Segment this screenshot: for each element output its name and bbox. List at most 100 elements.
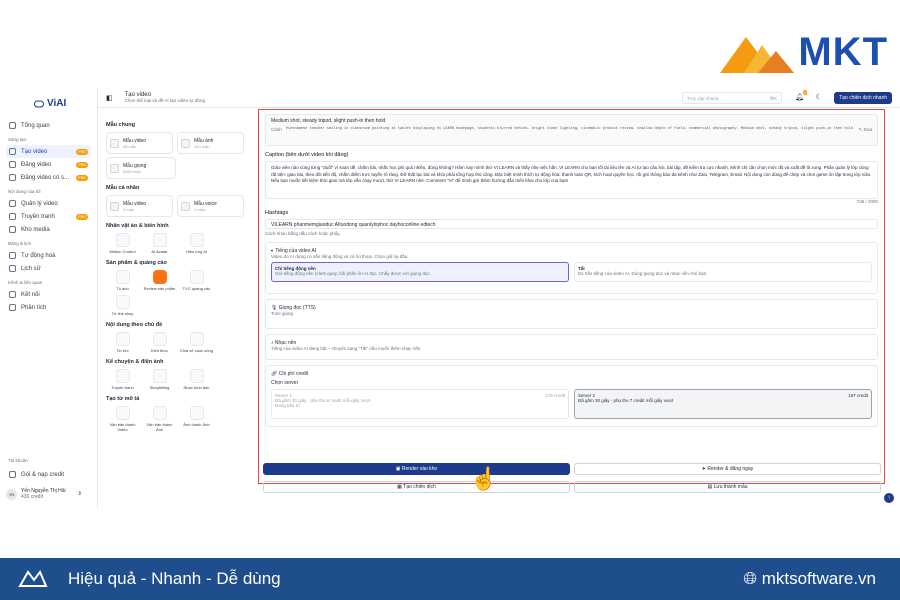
edit-button[interactable]: ✎ Sửa	[858, 127, 872, 133]
tool-tools6-2[interactable]: Nhạc hình ảnh	[180, 369, 213, 390]
tool-icon	[189, 270, 204, 284]
sidebar-item-label: Tổng quan	[21, 122, 50, 129]
sidebar-item-4[interactable]: Quản lý video	[6, 197, 91, 210]
group-heading: Kể chuyện & điện ảnh	[106, 359, 164, 365]
group-heading: Nội dung theo chủ đề	[106, 322, 163, 328]
tool-icon	[152, 406, 167, 420]
tool-icon	[189, 406, 204, 420]
server-2-option[interactable]: Server 2 187 credit Đã gồm 30 giây · phụ …	[574, 389, 872, 419]
audio-option-ambient[interactable]: Chỉ tiếng động nền Giữ tiếng động nền (cả…	[271, 262, 569, 282]
grid-icon	[110, 201, 119, 211]
sidebar-item-9[interactable]: Kết nối	[6, 288, 91, 301]
sidebar-item-8[interactable]: Lịch sử	[6, 262, 91, 275]
tool-tools6-0[interactable]: Truyện tranh	[106, 369, 139, 390]
tool-tools5-0[interactable]: Tin tức	[106, 332, 139, 353]
hashtags-input[interactable]: VILEARN phanmemgiaoduc AItuodong quanlyl…	[265, 219, 878, 229]
quick-search-input[interactable]: Truy cập nhanh... ⌘K	[682, 92, 782, 104]
sidebar-item-1[interactable]: Tạo video PRO	[6, 145, 91, 158]
sidebar-item-plan[interactable]: Gói & nạp credit	[6, 468, 92, 481]
group-heading: Tạo từ mô tả	[106, 396, 140, 402]
pro-badge: PRO	[76, 161, 88, 168]
server-label: Chọn server	[271, 380, 299, 386]
sidebar-item-5[interactable]: Truyền tranh PRO	[6, 210, 91, 223]
menu-icon	[9, 161, 16, 168]
mic-icon	[110, 163, 119, 173]
sidebar-item-label: Gói & nạp credit	[21, 471, 65, 478]
template-panel: Mẫu chung Mẫu video 68 mẫu Mẫu ảnh 104 mẫu…	[100, 110, 250, 508]
tool-tools4-2[interactable]: TVC quảng cáo	[180, 270, 213, 291]
avatar: YN	[6, 488, 17, 500]
sidebar-toggle-icon[interactable]: ◧	[106, 94, 113, 102]
caption-text: Giáo viên nào cũng từng "đuối" vì soạn đ…	[271, 165, 872, 183]
template-card-video[interactable]: Mẫu video 68 mẫu	[106, 132, 173, 154]
credit-section: 🔗︎ Chi phí credit Chọn server Server 1 17…	[265, 365, 878, 427]
tool-tools4-0[interactable]: Tù ảnh	[106, 270, 139, 291]
sidebar-item-10[interactable]: Phân tích	[6, 301, 91, 314]
hashtags-value: VILEARN phanmemgiaoduc AItuodong quanlyl…	[271, 222, 436, 228]
save-icon: ▣	[395, 466, 401, 472]
create-campaign-button[interactable]: ▦ Tạo chiến dịch	[263, 481, 570, 493]
tool-icon	[152, 270, 167, 284]
menu-icon	[9, 174, 16, 181]
save-template-button[interactable]: ▤ Lưu thành mẫu	[574, 481, 881, 493]
render-and-post-button[interactable]: ➤ Render & đăng ngay	[574, 463, 881, 475]
menu-icon	[9, 265, 16, 272]
tool-label: Văn bản thành Video	[109, 422, 136, 432]
tool-icon	[115, 369, 130, 383]
tool-label: Truyện tranh	[111, 385, 134, 390]
audio-desc: Video do AI dựng có sẵn tiếng động và cả…	[271, 254, 409, 259]
hand-cursor-icon: ☝	[470, 466, 498, 491]
tool-tools6-1[interactable]: Storytelling	[143, 369, 176, 390]
send-icon: ➤	[701, 466, 706, 472]
user-profile[interactable]: YN Yến Nguyễn Thị Hải 436 credit ⇕	[6, 488, 82, 500]
globe-icon: 🌐︎	[743, 569, 757, 588]
menu-icon	[9, 213, 16, 220]
card-icon	[9, 471, 16, 478]
personal-video-card[interactable]: Mẫu video 3 mẫu	[106, 195, 173, 217]
tool-tools3-2[interactable]: Hiệu ứng AI	[180, 233, 213, 254]
prompt-label: Cảnh	[271, 127, 282, 132]
sidebar-item-0[interactable]: Tổng quan	[6, 119, 91, 132]
scroll-up-button[interactable]: ↑	[884, 493, 894, 503]
mic-icon	[181, 201, 190, 211]
website-link[interactable]: 🌐︎ mktsoftware.vn	[743, 569, 876, 589]
tool-tools7-0[interactable]: Văn bản thành Video	[106, 406, 139, 432]
template-card-voice[interactable]: Mẫu giọng 6320 mẫu	[106, 157, 176, 179]
sidebar-item-label: Lịch sử	[21, 265, 41, 272]
hashtags-hint: Cách nhau bằng dấu cách hoặc phẩy.	[265, 231, 341, 236]
tool-tools7-2[interactable]: Ảnh thành Ảnh	[180, 406, 213, 432]
sidebar-item-2[interactable]: Đăng video PRO	[6, 158, 91, 171]
tool-label: Nhạc hình ảnh	[183, 385, 210, 390]
moon-icon[interactable]: ☾	[816, 93, 822, 101]
tool-tools3-1[interactable]: AI Avatar	[143, 233, 176, 254]
tool-label: Review sản phẩm	[143, 286, 176, 291]
sidebar-item-7[interactable]: Tự động hoá	[6, 249, 91, 262]
tool-tools5-1[interactable]: Kiến thức	[143, 332, 176, 353]
sidebar-item-6[interactable]: Kho media	[6, 223, 91, 236]
group-heading: Mẫu cá nhân	[106, 185, 140, 191]
quick-campaign-button[interactable]: Tạo chiến dịch nhanh	[834, 92, 892, 104]
sidebar-item-3[interactable]: Đăng video có s... PRO	[6, 171, 91, 184]
mkt-footer-logo-icon	[18, 570, 48, 587]
template-card-image[interactable]: Mẫu ảnh 104 mẫu	[177, 132, 244, 154]
music-section: ♪ Nhạc nền Tiếng của video AI đang bật –…	[265, 334, 878, 360]
personal-voice-card[interactable]: Mẫu voice 1 mẫu	[177, 195, 244, 217]
hashtags-label: Hashtags	[265, 210, 289, 216]
video-form: Medium shot, steady tripod, slight push-…	[258, 109, 885, 484]
page-subtitle: Chọn thể loại và đề AI tạo video tự động	[124, 97, 205, 103]
audio-section: 🔈︎ Tiếng của video AI Video do AI dựng c…	[265, 242, 878, 294]
tool-tools4-3[interactable]: Từ link shop	[106, 295, 139, 316]
server-1-option[interactable]: Server 1 178 credit Đã gồm 30 giây · phụ …	[271, 389, 569, 419]
tool-icon	[115, 406, 130, 420]
tool-tools5-2[interactable]: Chia sẻ cuộc sống	[180, 332, 213, 353]
tool-tools3-0[interactable]: Motion Control	[106, 233, 139, 254]
tool-icon	[152, 369, 167, 383]
shot-text: Medium shot, steady tripod, slight push-…	[271, 118, 386, 124]
caption-textarea[interactable]: Giáo viên nào cũng từng "đuối" vì soạn đ…	[265, 161, 878, 199]
render-to-library-button[interactable]: ▣ Render vào kho	[263, 463, 570, 475]
vr-icon	[34, 100, 44, 107]
audio-option-off[interactable]: Tắt Bỏ hẳn tiếng của video AI. Dùng giọng…	[574, 262, 872, 282]
tool-tools7-1[interactable]: Văn bản thành Ảnh	[143, 406, 176, 432]
tool-tools4-1[interactable]: Review sản phẩm	[143, 270, 176, 291]
tool-label: Storytelling	[149, 385, 170, 390]
